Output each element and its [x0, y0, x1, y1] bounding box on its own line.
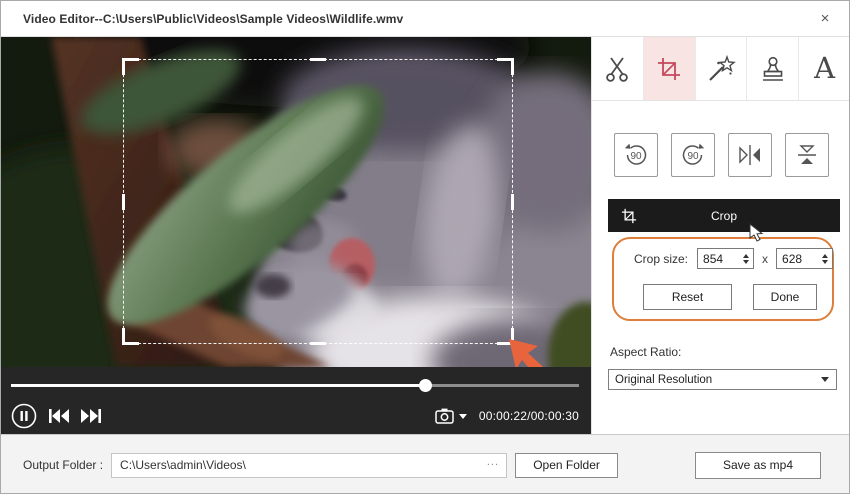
crop-corner-bottom-left-v[interactable]	[122, 328, 125, 345]
flip-horizontal-icon	[736, 143, 764, 167]
transform-toolbar: 90 90	[592, 133, 850, 177]
title-bar: Video Editor--C:\Users\Public\Videos\Sam…	[1, 1, 849, 37]
player-controls: 00:00:22/00:00:30	[1, 367, 591, 434]
crop-panel: Crop Crop size: 854 x 628	[608, 199, 840, 327]
crop-height-value[interactable]: 628	[777, 252, 819, 266]
crop-corner-top-left-v[interactable]	[122, 58, 125, 75]
snapshot-caret-icon	[459, 414, 467, 419]
crop-width-value[interactable]: 854	[698, 252, 740, 266]
letter-a-icon: A	[814, 54, 835, 83]
seek-bar[interactable]	[11, 384, 579, 387]
crop-handle-left[interactable]	[122, 194, 125, 210]
chevron-down-icon	[821, 377, 829, 382]
aspect-ratio-value: Original Resolution	[609, 374, 821, 386]
close-icon[interactable]: ×	[815, 9, 835, 29]
open-folder-button[interactable]: Open Folder	[515, 453, 618, 478]
crop-height-spin-arrows[interactable]	[819, 254, 832, 264]
rotate-left-icon: 90	[620, 139, 652, 171]
reset-button[interactable]: Reset	[643, 284, 732, 310]
crop-panel-title: Crop	[608, 209, 840, 223]
done-button[interactable]: Done	[753, 284, 817, 310]
flip-horizontal-button[interactable]	[728, 133, 772, 177]
flip-vertical-icon	[794, 142, 820, 168]
annotation-arrow-icon	[505, 335, 557, 367]
camera-icon	[435, 408, 454, 424]
video-preview	[1, 37, 591, 367]
tab-effects[interactable]	[696, 37, 748, 100]
tab-trim[interactable]	[592, 37, 644, 100]
progress-fill	[11, 384, 426, 387]
magic-wand-icon	[706, 54, 736, 84]
browse-ellipsis-icon[interactable]: ...	[487, 456, 499, 468]
svg-text:90: 90	[630, 151, 642, 162]
crop-icon	[655, 55, 683, 83]
tool-tabs: A	[592, 37, 850, 101]
rotate-right-button[interactable]: 90	[671, 133, 715, 177]
window-title: Video Editor--C:\Users\Public\Videos\Sam…	[23, 12, 403, 26]
save-as-mp4-button[interactable]: Save as mp4	[695, 452, 821, 479]
video-stage: 00:00:22/00:00:30	[1, 37, 591, 434]
tab-crop[interactable]	[644, 37, 696, 100]
output-path-input[interactable]	[112, 454, 506, 477]
output-path-field-wrap: ...	[111, 453, 507, 478]
multiply-label: x	[762, 252, 768, 266]
scissors-icon	[602, 54, 632, 84]
next-button[interactable]	[81, 409, 101, 423]
mouse-cursor-icon	[748, 223, 764, 243]
crop-panel-body: Crop size: 854 x 628 Reset Done	[608, 232, 840, 327]
crop-handle-top[interactable]	[310, 58, 326, 61]
spin-up-icon[interactable]	[822, 254, 828, 258]
snapshot-button[interactable]	[435, 408, 467, 424]
stamp-icon	[758, 54, 788, 84]
rotate-right-icon: 90	[677, 139, 709, 171]
spin-down-icon[interactable]	[822, 260, 828, 264]
progress-knob[interactable]	[419, 379, 432, 392]
svg-text:90: 90	[687, 151, 699, 162]
spin-down-icon[interactable]	[743, 260, 749, 264]
video-editor-window: Video Editor--C:\Users\Public\Videos\Sam…	[0, 0, 850, 494]
crop-corner-top-right-v[interactable]	[511, 58, 514, 75]
crop-selection[interactable]	[123, 59, 513, 344]
previous-button[interactable]	[49, 409, 69, 423]
crop-height-spinner[interactable]: 628	[776, 248, 833, 269]
crop-handle-bottom[interactable]	[310, 342, 326, 345]
aspect-ratio-label: Aspect Ratio:	[610, 345, 681, 359]
crop-width-spinner[interactable]: 854	[697, 248, 754, 269]
tab-watermark[interactable]	[747, 37, 799, 100]
tab-text[interactable]: A	[799, 37, 850, 100]
spin-up-icon[interactable]	[743, 254, 749, 258]
crop-panel-header: Crop	[608, 199, 840, 232]
time-display: 00:00:22/00:00:30	[479, 409, 579, 423]
footer-bar: Output Folder : ... Open Folder Save as …	[1, 434, 849, 494]
tools-sidebar: A 90 90	[591, 37, 850, 434]
crop-size-label: Crop size:	[634, 252, 688, 266]
output-folder-label: Output Folder :	[23, 458, 103, 472]
crop-width-spin-arrows[interactable]	[740, 254, 753, 264]
flip-vertical-button[interactable]	[785, 133, 829, 177]
crop-handle-right[interactable]	[511, 194, 514, 210]
rotate-left-button[interactable]: 90	[614, 133, 658, 177]
aspect-ratio-dropdown[interactable]: Original Resolution	[608, 369, 837, 390]
pause-button[interactable]	[11, 403, 37, 429]
